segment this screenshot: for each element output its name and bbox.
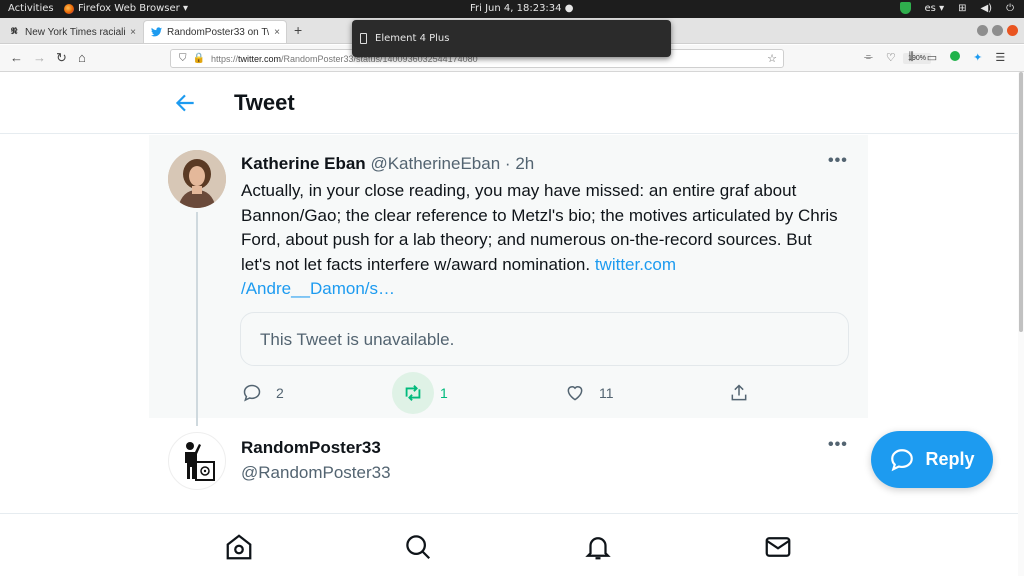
heart-icon[interactable] — [565, 383, 585, 403]
reply-count: 2 — [276, 385, 284, 401]
twitter-extension-icon[interactable]: ✦ — [973, 51, 982, 64]
forward-icon[interactable]: → — [33, 50, 46, 65]
twitter-favicon-icon — [150, 26, 162, 38]
network-icon[interactable]: ⊞ — [958, 3, 966, 14]
scrollbar-thumb[interactable] — [1019, 72, 1023, 332]
sidebar-icon[interactable]: ▭ — [927, 51, 937, 64]
minimize-icon[interactable] — [977, 25, 988, 36]
shield-icon[interactable]: ⛉ — [179, 53, 187, 64]
search-nav-icon[interactable] — [403, 532, 433, 562]
reply-user-name[interactable]: RandomPoster33 — [241, 438, 381, 458]
retweet-highlight — [392, 372, 434, 414]
back-arrow-icon[interactable] — [172, 90, 198, 116]
tweet-text: Actually, in your close reading, you may… — [241, 179, 841, 302]
menu-icon[interactable]: ☰ — [995, 51, 1005, 64]
notifications-nav-icon[interactable] — [583, 532, 613, 562]
twitter-page: Tweet Katherine Eban @KatherineEban · 2h… — [0, 72, 1024, 576]
unavailable-message: This Tweet is unavailable. — [260, 330, 455, 349]
lock-icon[interactable]: 🔒 — [193, 53, 205, 64]
tweet-timestamp[interactable]: 2h — [515, 154, 534, 173]
reply-bubble-icon[interactable] — [242, 383, 262, 403]
page-header: Tweet — [0, 72, 1018, 134]
maximize-icon[interactable] — [992, 25, 1003, 36]
url-prefix: https:// — [210, 53, 238, 64]
tweet-more-options-icon[interactable]: ••• — [828, 152, 848, 170]
language-indicator[interactable]: es ▾ — [925, 3, 945, 14]
close-window-icon[interactable] — [1007, 25, 1018, 36]
separator: · — [504, 154, 511, 173]
share-action[interactable] — [729, 378, 749, 408]
volume-icon[interactable]: ◀) — [980, 3, 992, 14]
tab-title: RandomPoster33 on Twi — [167, 26, 270, 38]
reply-compose-icon — [891, 448, 914, 471]
app-menu[interactable]: Firefox Web Browser ▾ — [64, 3, 188, 14]
like-action[interactable]: 11 — [565, 378, 614, 408]
home-icon[interactable]: ⌂ — [78, 50, 86, 65]
author-name[interactable]: Katherine Eban — [241, 154, 366, 173]
tweet-author-line[interactable]: Katherine Eban @KatherineEban · 2h — [241, 154, 534, 174]
tab-twitter[interactable]: RandomPoster33 on Twi × — [144, 21, 286, 43]
reload-icon[interactable]: ↻ — [56, 50, 67, 66]
notification-popup[interactable]: Element 4 Plus — [352, 20, 671, 57]
reply-button-label: Reply — [925, 449, 975, 469]
share-icon[interactable] — [729, 383, 749, 403]
thread-connector-line — [196, 212, 198, 426]
page-scrollbar[interactable] — [1018, 72, 1024, 576]
save-icon[interactable]: ♡ — [886, 51, 896, 64]
app-menu-label: Firefox Web Browser ▾ — [78, 3, 188, 14]
power-icon[interactable]: ⏻ — [1006, 3, 1014, 14]
activities-button[interactable]: Activities — [8, 3, 54, 14]
page-title: Tweet — [234, 90, 295, 115]
home-nav-icon[interactable] — [224, 532, 254, 562]
system-top-bar: Activities Firefox Web Browser ▾ Fri Jun… — [0, 0, 1024, 18]
bottom-navigation — [0, 513, 1018, 576]
close-tab-icon[interactable]: × — [130, 27, 136, 38]
retweet-action[interactable]: 1 — [392, 372, 448, 414]
retweet-icon[interactable] — [402, 382, 424, 404]
pocket-icon[interactable]: ⌯ — [864, 51, 873, 64]
tweet-link-part1: twitter.com — [594, 254, 677, 274]
back-icon[interactable]: ← — [10, 50, 23, 65]
reply-user-handle[interactable]: @RandomPoster33 — [241, 463, 391, 483]
system-tray[interactable]: es ▾ ⊞ ◀) ⏻ — [899, 2, 1014, 14]
security-shield-icon[interactable] — [899, 2, 911, 14]
messages-nav-icon[interactable] — [763, 532, 793, 562]
reply-action[interactable]: 2 — [242, 378, 284, 408]
bookmark-star-icon[interactable]: ☆ — [767, 52, 777, 65]
url-host: twitter.com — [237, 53, 281, 64]
author-handle[interactable]: @KatherineEban — [370, 154, 500, 173]
tab-title: New York Times racialist — [25, 26, 126, 38]
tweet-body: Actually, in your close reading, you may… — [241, 181, 838, 274]
library-icon[interactable]: ⫼ — [909, 51, 914, 64]
tab-nyt[interactable]: 𝕹 New York Times racialist × — [2, 21, 142, 43]
retweet-count: 1 — [440, 385, 448, 401]
like-count: 11 — [599, 385, 614, 401]
window-controls — [977, 25, 1018, 36]
new-tab-button[interactable]: + — [294, 22, 302, 38]
firefox-icon — [64, 3, 74, 14]
toolbar-icons: ⌯ ♡ ⫼ ▭ ✦ ☰ — [864, 51, 1005, 64]
reply-more-options-icon[interactable]: ••• — [828, 436, 848, 454]
notification-text: Element 4 Plus — [375, 33, 450, 44]
close-tab-icon[interactable]: × — [274, 27, 280, 38]
clock[interactable]: Fri Jun 4, 18:23:34 ● — [470, 3, 573, 14]
phone-icon — [360, 33, 367, 44]
extension-icon[interactable] — [950, 51, 961, 61]
nyt-favicon-icon: 𝕹 — [10, 27, 18, 37]
reply-button[interactable]: Reply — [871, 431, 993, 488]
randomposter33-avatar[interactable] — [168, 432, 226, 490]
quoted-tweet-unavailable[interactable]: This Tweet is unavailable. — [240, 312, 849, 366]
tweet-link-part2: /Andre__Damon/s… — [241, 279, 396, 298]
katherine-eban-avatar[interactable] — [168, 150, 226, 208]
